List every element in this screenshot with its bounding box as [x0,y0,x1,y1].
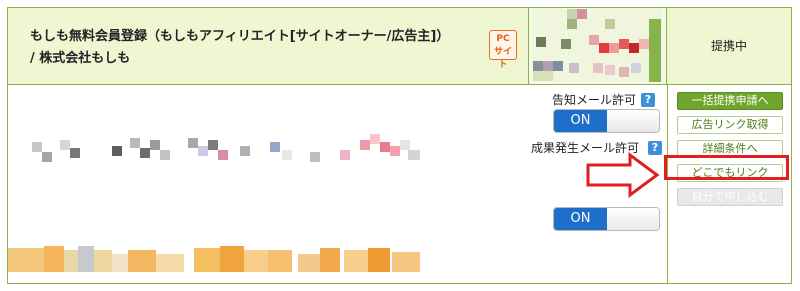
pc-site-badge: PC サイト [489,30,517,70]
bulk-apply-button[interactable]: 一括提携申請へ [677,92,783,110]
actions-column-divider [667,85,668,283]
toggle-on-label: ON [554,110,607,132]
partnership-status: 提携中 [710,39,747,53]
question-icon[interactable]: ? [641,93,655,107]
toggle-knob [607,208,659,230]
pc-badge-line1: PC [496,34,510,44]
conversion-mail-toggle[interactable]: ON [553,207,660,231]
get-ad-link-button[interactable]: 広告リンク取得 [677,116,783,134]
toggle-knob [607,110,659,132]
right-arrow-icon [586,152,660,198]
program-title[interactable]: もしも無料会員登録（もしもアフィリエイト[サイトオーナー/広告主]） / 株式会… [30,26,450,70]
pc-badge-line2: サイト [493,47,512,70]
program-thumbnail[interactable] [533,9,662,82]
redacted-description [20,130,460,180]
self-apply-button: 自分で申し込む [677,188,783,206]
toggle-on-label: ON [554,208,607,230]
affiliate-program-row: もしも無料会員登録（もしもアフィリエイト[サイトオーナー/広告主]） / 株式会… [0,0,800,291]
redacted-banner [8,240,428,280]
announcement-mail-toggle[interactable]: ON [553,109,660,133]
announcement-mail-label: 告知メール許可 [552,93,637,107]
highlight-annotation [664,155,789,180]
